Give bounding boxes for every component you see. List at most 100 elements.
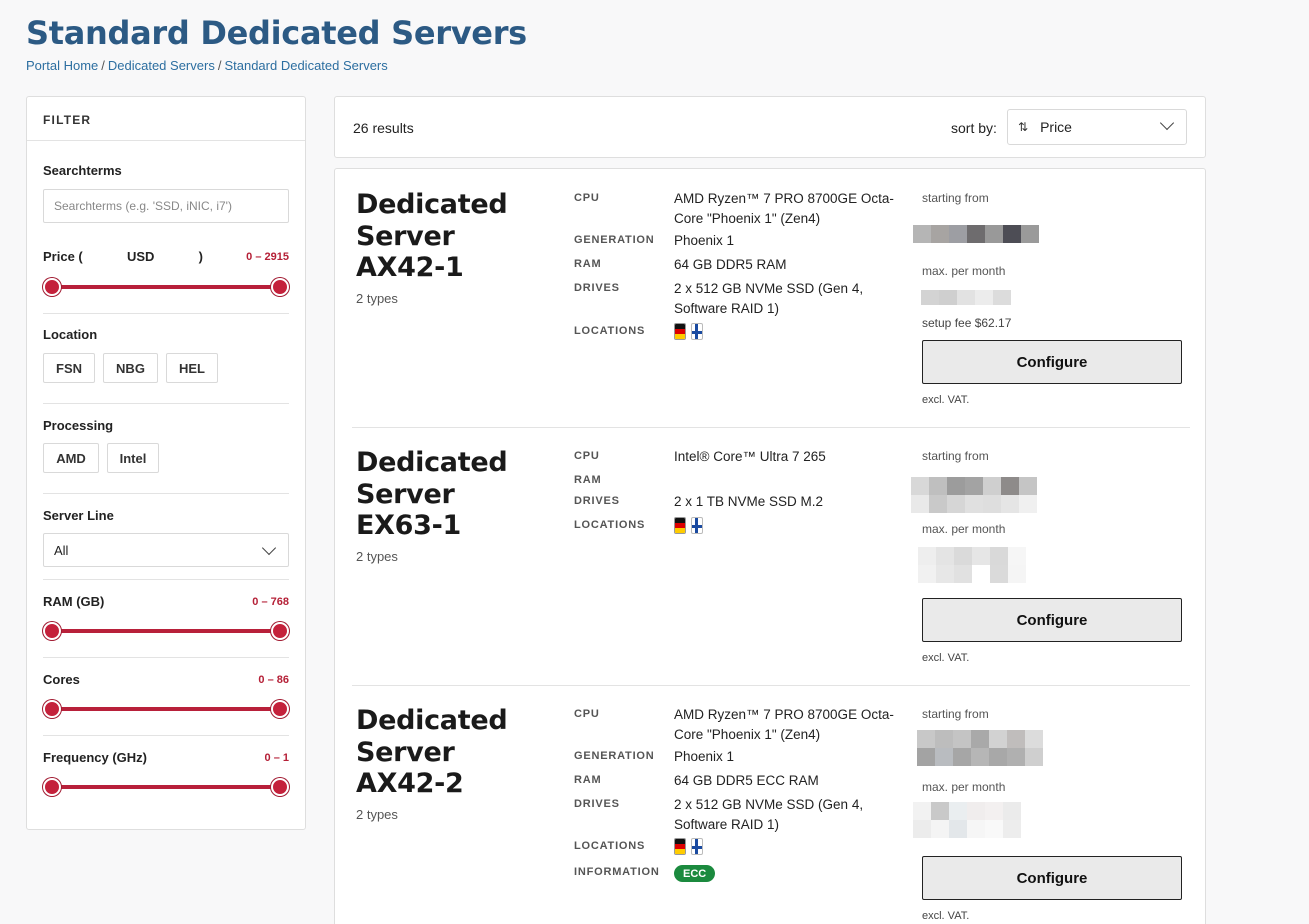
spec-ram: 64 GB DDR5 ECC RAM — [674, 773, 819, 788]
spec-label-generation: GENERATION — [574, 234, 655, 246]
spec-drives: 2 x 512 GB NVMe SSD (Gen 4, Software RAI… — [674, 281, 864, 316]
blurred-starting-price — [913, 225, 1039, 243]
location-flags — [674, 323, 703, 340]
price-max-handle[interactable] — [271, 278, 289, 296]
max-per-month-label: max. per month — [922, 264, 1006, 278]
search-input[interactable] — [43, 189, 289, 223]
divider — [43, 493, 289, 494]
frequency-label: Frequency (GHz) — [43, 750, 148, 765]
results-bar: 26 results sort by: ⇅ Price — [334, 96, 1206, 158]
processing-intel-chip[interactable]: Intel — [107, 443, 159, 473]
spec-label-cpu: CPU — [574, 450, 600, 462]
blurred-starting-price — [917, 730, 1043, 766]
page-title: Standard Dedicated Servers — [26, 14, 527, 52]
breadcrumb-portal-home[interactable]: Portal Home — [26, 58, 98, 73]
germany-flag-icon — [674, 517, 686, 534]
ram-slider[interactable] — [43, 621, 289, 641]
finland-flag-icon — [691, 517, 703, 534]
location-fsn-chip[interactable]: FSN — [43, 353, 95, 383]
finland-flag-icon — [691, 323, 703, 340]
spec-ram: 64 GB DDR5 RAM — [674, 257, 787, 272]
cores-slider[interactable] — [43, 699, 289, 719]
configure-button[interactable]: Configure — [922, 340, 1182, 384]
spec-cpu: AMD Ryzen™ 7 PRO 8700GE Octa-Core "Phoen… — [674, 707, 894, 742]
frequency-min-handle[interactable] — [43, 778, 61, 796]
location-nbg-chip[interactable]: NBG — [103, 353, 158, 383]
server-line-label: Server Line — [43, 508, 114, 523]
excl-vat-note: excl. VAT. — [922, 394, 970, 406]
blurred-starting-price — [911, 477, 1037, 513]
excl-vat-note: excl. VAT. — [922, 910, 970, 922]
ram-label: RAM (GB) — [43, 594, 105, 609]
price-currency: USD — [126, 249, 155, 264]
chevron-down-icon — [261, 540, 277, 555]
sort-value: Price — [1040, 119, 1072, 135]
filter-heading: FILTER — [27, 97, 305, 141]
starting-from-label: starting from — [922, 707, 989, 721]
spec-label-ram: RAM — [574, 474, 602, 486]
product-name[interactable]: Dedicated Server AX42-2 — [356, 705, 546, 800]
germany-flag-icon — [674, 323, 686, 340]
sort-select[interactable]: ⇅ Price — [1007, 109, 1187, 145]
ram-min-handle[interactable] — [43, 622, 61, 640]
frequency-max-handle[interactable] — [271, 778, 289, 796]
searchterms-label: Searchterms — [43, 163, 122, 178]
spec-label-ram: RAM — [574, 774, 602, 786]
breadcrumb: Portal Home / Dedicated Servers / Standard D… — [26, 58, 388, 73]
cores-range: 0 – 86 — [258, 674, 289, 686]
spec-label-cpu: CPU — [574, 708, 600, 720]
configure-button[interactable]: Configure — [922, 598, 1182, 642]
divider — [43, 403, 289, 404]
breadcrumb-dedicated-servers[interactable]: Dedicated Servers — [108, 58, 215, 73]
frequency-slider[interactable] — [43, 777, 289, 797]
cores-min-handle[interactable] — [43, 700, 61, 718]
excl-vat-note: excl. VAT. — [922, 652, 970, 664]
product-types: 2 types — [356, 291, 398, 306]
server-line-select[interactable]: All — [43, 533, 289, 567]
spec-label-locations: LOCATIONS — [574, 840, 646, 852]
ram-max-handle[interactable] — [271, 622, 289, 640]
spec-label-cpu: CPU — [574, 192, 600, 204]
spec-cpu: Intel® Core™ Ultra 7 265 — [674, 449, 826, 464]
spec-label-drives: DRIVES — [574, 495, 620, 507]
product-name[interactable]: Dedicated Server EX63-1 — [356, 447, 546, 542]
divider — [43, 313, 289, 314]
price-slider[interactable] — [43, 277, 289, 297]
spec-label-information: INFORMATION — [574, 866, 660, 878]
product-types: 2 types — [356, 549, 398, 564]
spec-label-locations: LOCATIONS — [574, 325, 646, 337]
frequency-range: 0 – 1 — [264, 752, 289, 764]
cores-label: Cores — [43, 672, 80, 687]
breadcrumb-standard-dedicated-servers[interactable]: Standard Dedicated Servers — [224, 58, 387, 73]
germany-flag-icon — [674, 838, 686, 855]
spec-drives: 2 x 512 GB NVMe SSD (Gen 4, Software RAI… — [674, 797, 864, 832]
price-min-handle[interactable] — [43, 278, 61, 296]
cores-max-handle[interactable] — [271, 700, 289, 718]
price-label: Price (USD) — [43, 249, 203, 264]
max-per-month-label: max. per month — [922, 780, 1006, 794]
max-per-month-label: max. per month — [922, 522, 1006, 536]
product-card: Dedicated Server AX42-2 2 types CPU AMD … — [335, 685, 1205, 924]
sort-label: sort by: — [951, 120, 997, 136]
processing-amd-chip[interactable]: AMD — [43, 443, 99, 473]
configure-button[interactable]: Configure — [922, 856, 1182, 900]
spec-label-locations: LOCATIONS — [574, 519, 646, 531]
finland-flag-icon — [691, 838, 703, 855]
divider — [43, 579, 289, 580]
spec-label-ram: RAM — [574, 258, 602, 270]
location-hel-chip[interactable]: HEL — [166, 353, 218, 383]
spec-label-drives: DRIVES — [574, 282, 620, 294]
chevron-down-icon — [1159, 115, 1175, 131]
ecc-badge: ECC — [674, 865, 716, 882]
starting-from-label: starting from — [922, 191, 989, 205]
setup-fee: setup fee $62.17 — [922, 316, 1012, 330]
spec-generation: Phoenix 1 — [674, 233, 735, 248]
product-list: Dedicated Server AX42-1 2 types CPU AMD … — [334, 168, 1206, 924]
spec-drives: 2 x 1 TB NVMe SSD M.2 — [674, 494, 824, 509]
results-count: 26 results — [353, 120, 414, 136]
location-flags — [674, 517, 703, 534]
blurred-max-price — [913, 802, 1021, 838]
product-name[interactable]: Dedicated Server AX42-1 — [356, 189, 546, 284]
product-card: Dedicated Server EX63-1 2 types CPU Inte… — [335, 427, 1205, 685]
ram-range: 0 – 768 — [252, 596, 289, 608]
